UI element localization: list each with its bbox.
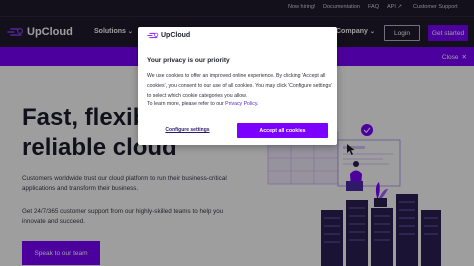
- dialog-logo-text: UpCloud: [161, 32, 191, 39]
- cookie-consent-dialog: UpCloud Your privacy is our priority We …: [138, 27, 337, 145]
- dialog-learn-more: To learn more, please refer to our Priva…: [147, 101, 332, 107]
- learn-more-text: To learn more, please refer to our: [147, 101, 226, 107]
- privacy-policy-link[interactable]: Privacy Policy: [225, 101, 257, 107]
- dialog-logo: UpCloud: [147, 32, 190, 39]
- dialog-title: Your privacy is our priority: [147, 57, 230, 64]
- dialog-body: We use cookies to offer an improved onli…: [147, 73, 332, 99]
- accept-all-cookies-button[interactable]: Accept all cookies: [237, 123, 328, 138]
- upcloud-logo-icon: [147, 32, 159, 39]
- learn-more-suffix: .: [257, 101, 259, 107]
- configure-settings-button[interactable]: Configure settings: [162, 125, 213, 135]
